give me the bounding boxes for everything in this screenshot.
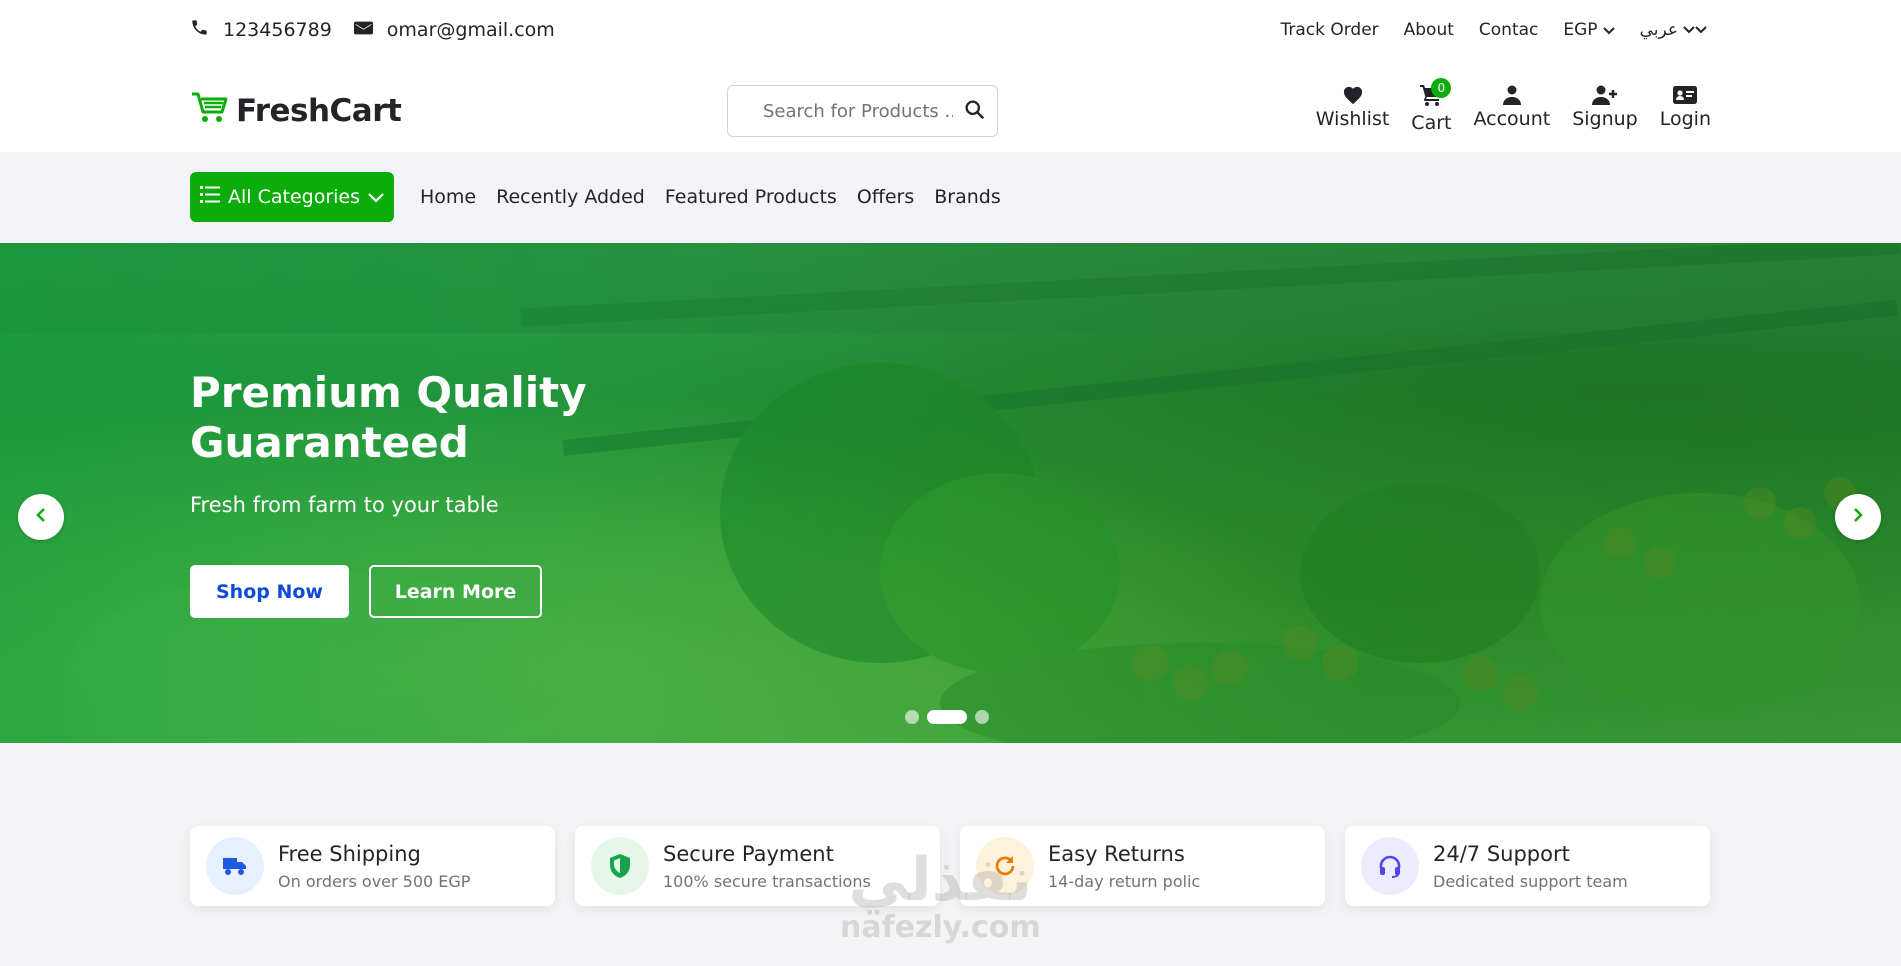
watermark-arabic: نفذلي	[848, 845, 1033, 915]
slider-prev-button[interactable]	[18, 494, 64, 540]
top-links: Track Order About Contac EGP عربي	[1280, 20, 1707, 40]
shop-now-button[interactable]: Shop Now	[190, 565, 349, 618]
feature-title: Easy Returns	[1048, 841, 1185, 866]
language-label: عربي	[1639, 20, 1678, 40]
signup-button[interactable]: Signup	[1572, 84, 1638, 130]
phone-contact[interactable]: 123456789	[190, 18, 332, 42]
all-categories-button[interactable]: All Categories	[190, 172, 394, 222]
watermark: نفذلي nafezly.com	[840, 850, 1041, 945]
track-order-link[interactable]: Track Order	[1280, 20, 1378, 40]
chevron-down-icon	[1602, 20, 1615, 40]
currency-dropdown[interactable]: EGP	[1563, 20, 1615, 40]
logo[interactable]: FreshCart	[190, 90, 402, 132]
chevron-down-icon	[368, 186, 384, 208]
nav-recently-added[interactable]: Recently Added	[496, 186, 645, 208]
user-icon	[1502, 84, 1521, 106]
truck-icon	[206, 837, 264, 895]
envelope-icon	[353, 19, 373, 41]
search-box	[727, 85, 998, 137]
header-actions: Wishlist 0 Cart Account Signup Login	[1315, 78, 1711, 134]
account-label: Account	[1473, 108, 1551, 130]
phone-number: 123456789	[223, 19, 332, 41]
feature-desc: 14-day return polic	[1048, 871, 1201, 891]
top-bar: 123456789 omar@gmail.com Track Order Abo…	[0, 0, 1901, 68]
chevron-left-icon	[36, 507, 46, 527]
chevron-down-icon	[1683, 20, 1707, 40]
nav-offers[interactable]: Offers	[857, 186, 914, 208]
feature-card-free-shipping: Free Shipping On orders over 500 EGP	[190, 826, 555, 906]
slider-dot[interactable]	[905, 710, 919, 724]
search-input[interactable]	[763, 100, 953, 122]
phone-icon	[190, 18, 209, 42]
feature-title: Free Shipping	[278, 841, 421, 866]
slider-next-button[interactable]	[1835, 494, 1881, 540]
headset-icon	[1361, 837, 1419, 895]
hero-title: Premium Quality Guaranteed	[190, 368, 587, 467]
learn-more-button[interactable]: Learn More	[369, 565, 542, 618]
watermark-url: nafezly.com	[840, 910, 1041, 945]
cart-logo-icon	[190, 90, 230, 132]
login-label: Login	[1659, 108, 1711, 130]
contact-link[interactable]: Contac	[1479, 20, 1538, 40]
feature-card-support: 24/7 Support Dedicated support team	[1345, 826, 1710, 906]
hero-subtitle: Fresh from farm to your table	[190, 493, 499, 517]
nav-brands[interactable]: Brands	[934, 186, 1001, 208]
signup-label: Signup	[1572, 108, 1638, 130]
language-dropdown[interactable]: عربي	[1640, 20, 1707, 40]
about-link[interactable]: About	[1404, 20, 1454, 40]
nav-links: Home Recently Added Featured Products Of…	[420, 186, 1001, 208]
category-nav: All Categories Home Recently Added Featu…	[0, 152, 1901, 243]
account-button[interactable]: Account	[1473, 84, 1550, 130]
nav-home[interactable]: Home	[420, 186, 476, 208]
nav-featured-products[interactable]: Featured Products	[665, 186, 837, 208]
email-contact[interactable]: omar@gmail.com	[353, 19, 555, 41]
heart-icon	[1342, 84, 1364, 106]
cart-count-badge: 0	[1431, 78, 1452, 98]
list-icon	[199, 186, 220, 208]
search-icon[interactable]	[964, 99, 985, 124]
email-address: omar@gmail.com	[386, 19, 555, 41]
contact-info: 123456789 omar@gmail.com	[190, 18, 555, 42]
hero-slider: Premium Quality Guaranteed Fresh from fa…	[0, 243, 1901, 743]
feature-desc: Dedicated support team	[1433, 871, 1628, 891]
chevron-right-icon	[1853, 507, 1863, 527]
logo-text: FreshCart	[236, 93, 402, 129]
wishlist-button[interactable]: Wishlist	[1315, 84, 1390, 130]
slider-dot-active[interactable]	[927, 710, 967, 724]
id-card-icon	[1673, 84, 1698, 106]
login-button[interactable]: Login	[1660, 84, 1711, 130]
shield-icon	[591, 837, 649, 895]
slider-dot[interactable]	[975, 710, 989, 724]
cart-button[interactable]: 0 Cart	[1411, 78, 1452, 134]
main-header: FreshCart Wishlist 0 Cart Account	[0, 68, 1901, 152]
feature-desc: On orders over 500 EGP	[278, 871, 471, 891]
slider-pagination	[905, 710, 989, 724]
feature-title: 24/7 Support	[1433, 841, 1570, 866]
wishlist-label: Wishlist	[1315, 108, 1390, 130]
cart-label: Cart	[1411, 112, 1452, 134]
user-plus-icon	[1591, 84, 1618, 106]
all-categories-label: All Categories	[227, 186, 360, 208]
currency-label: EGP	[1563, 20, 1598, 40]
